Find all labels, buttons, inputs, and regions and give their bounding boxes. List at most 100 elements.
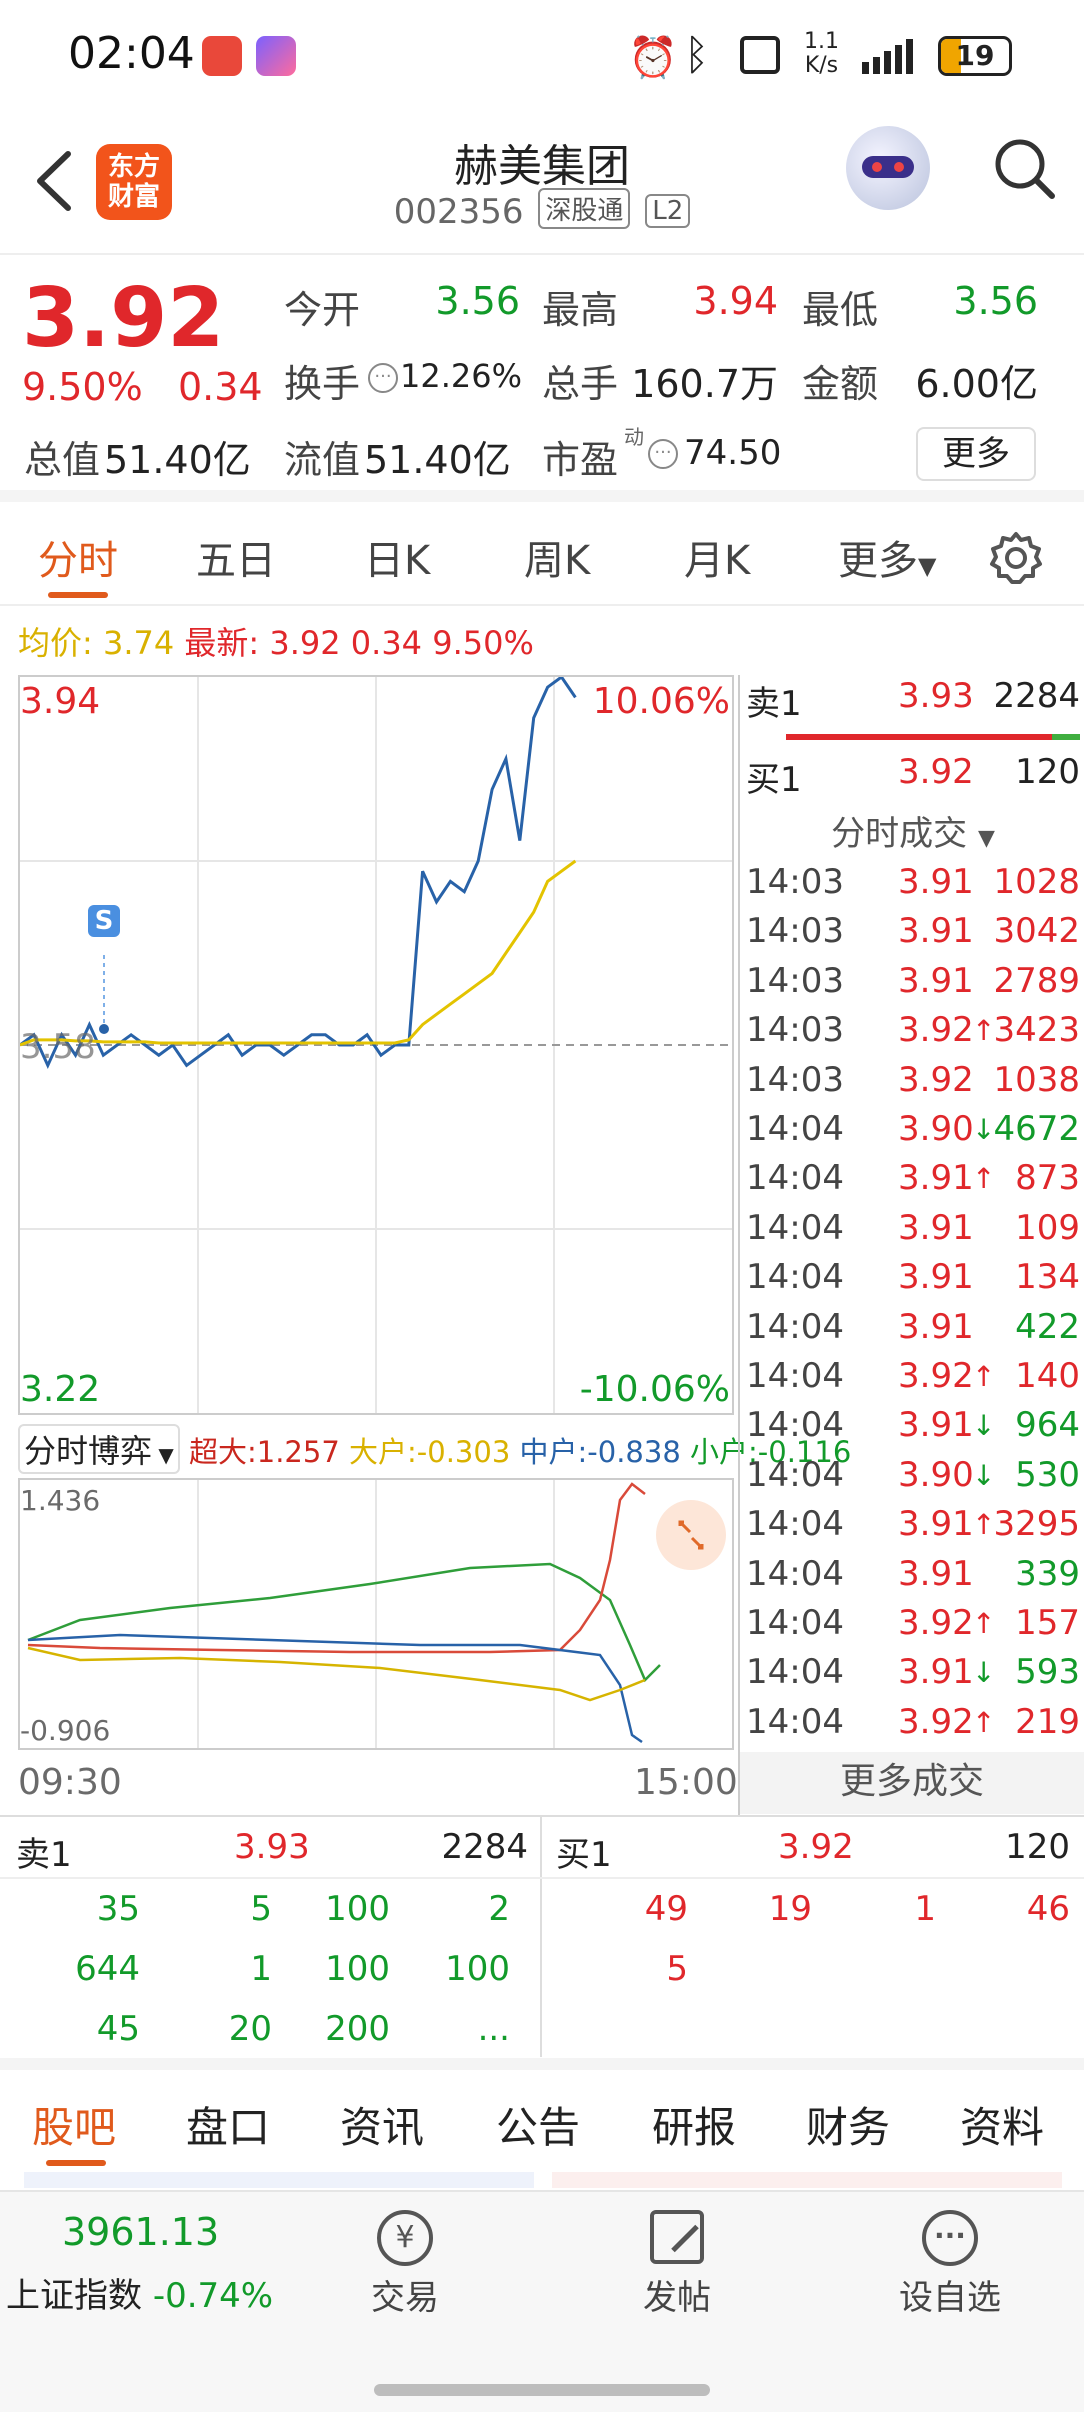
trades-title[interactable]: 分时成交 ▼: [746, 806, 1080, 855]
notification-icon: [202, 36, 242, 76]
bid-queue-label: 买1: [556, 1835, 612, 1875]
flow-title: 分时博弈: [24, 1432, 153, 1470]
tab-announcements[interactable]: 公告: [496, 2094, 580, 2155]
change-pct: 9.50%: [22, 365, 143, 409]
trade-row: 14:04 3.90 ↓ 4672: [746, 1109, 1080, 1158]
yuan-icon: ¥: [377, 2210, 433, 2266]
settings-icon[interactable]: [988, 530, 1044, 586]
trade-volume: 1038: [993, 1059, 1080, 1100]
trade-volume: 873: [1015, 1158, 1080, 1199]
trade-price: 3.91: [898, 1405, 974, 1446]
bottom-nav: 3961.13 上证指数 -0.74% ¥ 交易 发帖 ··· 设自选: [0, 2190, 1084, 2412]
trade-row: 14:04 3.91 339: [746, 1554, 1080, 1603]
trade-time: 14:04: [746, 1504, 844, 1545]
turnover-value: 12.26%: [400, 357, 523, 395]
high-label: 最高: [542, 288, 619, 332]
tab-underline: [46, 2160, 106, 2166]
ask-volume: 2284: [993, 676, 1080, 716]
more-button[interactable]: 更多: [916, 427, 1036, 481]
trade-direction-icon: ↑: [972, 1162, 996, 1196]
index-value[interactable]: 3961.13: [62, 2210, 219, 2254]
volume-label: 总手: [542, 362, 619, 406]
trade-volume: 109: [1015, 1207, 1080, 1248]
watchlist-button[interactable]: ··· 设自选: [890, 2210, 1010, 2319]
search-icon[interactable]: [990, 134, 1060, 204]
trade-label: 交易: [371, 2278, 439, 2318]
flow-selector[interactable]: 分时博弈 ▼: [18, 1424, 180, 1474]
tab-five-day[interactable]: 五日: [196, 528, 276, 586]
post-button[interactable]: 发帖: [632, 2210, 722, 2319]
pct-bottom-label: -10.06%: [579, 1369, 730, 1410]
trade-direction-icon: ↑: [972, 1360, 996, 1393]
open-value: 3.56: [435, 279, 520, 323]
ask-queue-cell: ...: [477, 2009, 510, 2049]
level2-tag: L2: [645, 194, 691, 228]
float-label: 流值: [284, 438, 361, 482]
trade-volume: 134: [1015, 1257, 1080, 1298]
quote-panel: 3.92 9.50% 0.34 今开 3.56 最高 3.94 最低 3.56 …: [0, 257, 1084, 502]
tab-news[interactable]: 资讯: [340, 2094, 424, 2155]
trade-row: 14:04 3.90 ↓ 530: [746, 1455, 1080, 1504]
bid-row: 买1 3.92 120: [746, 752, 1080, 801]
tab-daily-k[interactable]: 日K: [364, 528, 430, 586]
robot-assistant-icon[interactable]: [846, 126, 930, 210]
tab-finance[interactable]: 财务: [806, 2094, 890, 2155]
trade-time: 14:04: [746, 1356, 844, 1396]
trade-time: 14:03: [746, 1010, 844, 1051]
expand-icon[interactable]: [656, 1500, 726, 1570]
home-indicator[interactable]: [374, 2384, 710, 2396]
trade-direction-icon: ↓: [972, 1656, 996, 1690]
tab-forum[interactable]: 股吧: [32, 2094, 116, 2155]
trade-price: 3.91: [898, 1207, 974, 1248]
trade-volume: 530: [1015, 1454, 1080, 1495]
more-trades-button[interactable]: 更多成交: [740, 1752, 1084, 1814]
amount-value: 6.00亿: [915, 362, 1038, 406]
trade-volume: 4672: [993, 1109, 1080, 1149]
tab-more[interactable]: 更多▼: [838, 528, 936, 586]
signal-point: [99, 1024, 109, 1034]
trade-price: 3.91: [898, 911, 974, 952]
trade-volume: 964: [1015, 1405, 1080, 1446]
low-value: 3.56: [953, 279, 1038, 323]
ask-queue-cell: 5: [250, 1889, 272, 1929]
mktcap-value: 51.40亿: [104, 438, 251, 482]
price-chart[interactable]: 3.94 10.06% 3.22 -10.06% 3.58 S: [18, 675, 734, 1415]
info-icon[interactable]: ···: [648, 439, 678, 469]
tab-intraday[interactable]: 分时: [38, 528, 118, 586]
trade-price: 3.91: [898, 1652, 974, 1693]
status-time: 02:04: [68, 28, 195, 79]
period-tabs: 分时 五日 日K 周K 月K 更多▼: [0, 506, 1084, 606]
index-name-label: 上证指数: [6, 2276, 142, 2316]
trade-button[interactable]: ¥ 交易: [360, 2210, 450, 2319]
ask-queue-cell: 644: [75, 1949, 140, 1989]
pct-top-label: 10.06%: [592, 681, 730, 722]
y-bottom-label: 3.22: [20, 1369, 101, 1410]
trade-time: 14:04: [746, 1158, 844, 1199]
tab-weekly-k[interactable]: 周K: [524, 528, 590, 586]
info-icon[interactable]: ···: [368, 363, 398, 393]
tab-profile[interactable]: 资料: [960, 2094, 1044, 2155]
index-name[interactable]: 上证指数 -0.74%: [6, 2268, 273, 2317]
trade-volume: 157: [1015, 1603, 1080, 1643]
trade-time: 14:04: [746, 1109, 844, 1149]
queue-header-line: [0, 1877, 1084, 1879]
trade-volume: 1028: [993, 862, 1080, 902]
trade-row: 14:03 3.91 2789: [746, 961, 1080, 1010]
tab-monthly-k[interactable]: 月K: [684, 528, 750, 586]
trade-price: 3.90: [898, 1109, 974, 1149]
trade-time: 14:03: [746, 960, 844, 1001]
trade-time: 14:04: [746, 1257, 844, 1298]
tab-research[interactable]: 研报: [652, 2094, 736, 2155]
watchlist-label: 设自选: [899, 2278, 1001, 2318]
trade-row: 14:04 3.92 ↑ 140: [746, 1356, 1080, 1405]
content-preview-card: [552, 2172, 1062, 2188]
trade-price: 3.92: [898, 1059, 974, 1100]
signal-s-marker[interactable]: S: [88, 905, 120, 937]
flow-series-line: [27, 1482, 646, 1654]
trade-time: 14:04: [746, 1207, 844, 1248]
avg-label: 均价:: [18, 624, 93, 662]
tab-underline: [48, 592, 108, 598]
mid-value: -0.838: [587, 1435, 681, 1469]
flow-chart[interactable]: 1.436 -0.906: [18, 1478, 734, 1750]
tab-quote-panel[interactable]: 盘口: [186, 2094, 270, 2155]
